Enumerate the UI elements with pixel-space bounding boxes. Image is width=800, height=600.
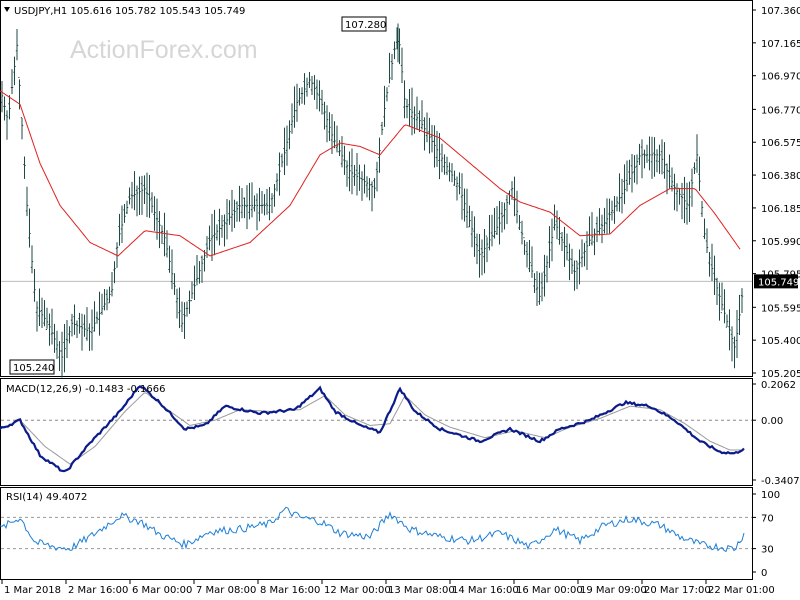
time-axis-label: 19 Mar 09:00 xyxy=(580,585,647,596)
price-axis-label: 105.400 xyxy=(761,336,800,347)
rsi-axis-label: 70 xyxy=(761,513,774,524)
rsi-axis-label: 30 xyxy=(761,545,774,556)
price-axis-label: 106.970 xyxy=(761,72,800,83)
time-axis-label: 13 Mar 08:00 xyxy=(388,585,455,596)
price-axis-label: 107.165 xyxy=(761,39,800,50)
rsi-panel xyxy=(0,487,753,580)
time-axis-label: 12 Mar 00:00 xyxy=(324,585,391,596)
current-price-label: 105.749 xyxy=(758,277,799,288)
time-axis-label: 6 Mar 00:00 xyxy=(132,585,192,596)
price-axis-label: 105.205 xyxy=(761,369,800,380)
price-axis-label: 106.380 xyxy=(761,171,800,182)
macd-axis-label: 0.00 xyxy=(761,416,783,427)
time-axis-label: 14 Mar 16:00 xyxy=(452,585,519,596)
time-axis-label: 7 Mar 08:00 xyxy=(196,585,256,596)
low-annotation: 105.240 xyxy=(9,359,55,375)
svg-text:107.280: 107.280 xyxy=(345,20,386,31)
svg-text:105.240: 105.240 xyxy=(13,363,54,374)
price-axis-label: 106.575 xyxy=(761,138,800,149)
trading-chart: ActionForex.com 107.360 107.165 106.970 106… xyxy=(0,0,800,596)
high-annotation: 107.280 xyxy=(341,16,387,32)
price-axis-label: 105.990 xyxy=(761,237,800,248)
watermark: ActionForex.com xyxy=(70,36,258,64)
time-axis-label: 22 Mar 01:00 xyxy=(708,585,775,596)
rsi-axis-label: 0 xyxy=(761,568,767,579)
price-axis-label: 106.185 xyxy=(761,204,800,215)
symbol-info: USDJPY,H1 105.616 105.782 105.543 105.74… xyxy=(14,6,245,17)
time-axis-label: 1 Mar 2018 xyxy=(4,585,61,596)
macd-title: MACD(12,26,9) -0.1483 -0.1666 xyxy=(6,384,166,395)
macd-axis-label: 0.2062 xyxy=(761,380,796,391)
price-axis-label: 105.595 xyxy=(761,303,800,314)
time-axis-label: 16 Mar 00:00 xyxy=(516,585,583,596)
time-axis-label: 2 Mar 16:00 xyxy=(68,585,128,596)
rsi-axis-label: 100 xyxy=(761,490,780,501)
price-axis-label: 106.770 xyxy=(761,105,800,116)
price-axis-label: 107.360 xyxy=(761,6,800,17)
rsi-title: RSI(14) 49.4072 xyxy=(6,492,87,503)
time-axis-label: 20 Mar 17:00 xyxy=(644,585,711,596)
time-axis-label: 8 Mar 16:00 xyxy=(260,585,320,596)
macd-axis-label: -0.3407 xyxy=(761,476,800,487)
